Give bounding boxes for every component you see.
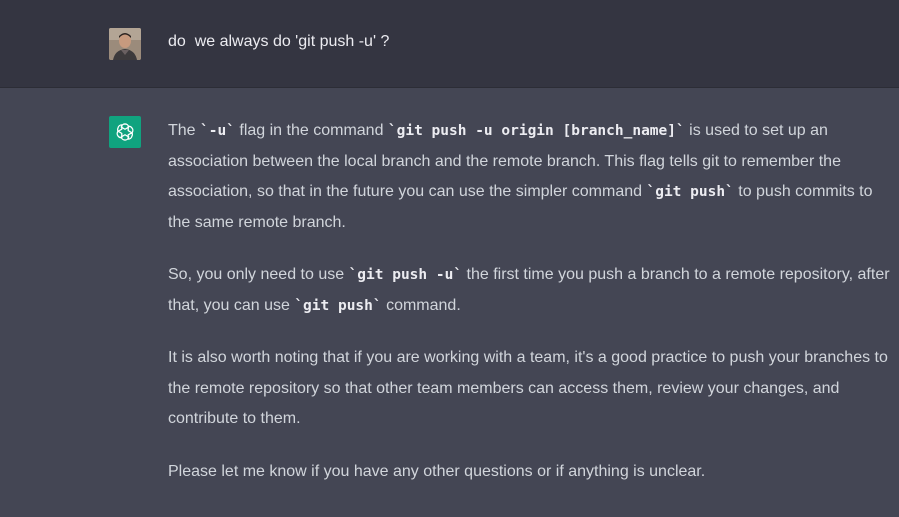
user-message-text: do we always do 'git push -u' ? [168,33,390,50]
reply-paragraph-2: So, you only need to use `git push -u` t… [168,260,893,321]
reply-paragraph-1: The `-u` flag in the command `git push -… [168,116,893,238]
reply-text: So, you only need to use [168,266,349,283]
inline-code: `git push` [646,184,734,200]
inline-code: `git push -u` [348,267,463,283]
reply-text: The [168,122,201,139]
assistant-message-text: The `-u` flag in the command `git push -… [168,116,893,509]
inline-code: `-u` [200,123,235,139]
inline-code: `git push -u origin [branch_name]` [387,123,685,139]
reply-text: command. [381,296,461,314]
user-avatar [109,28,141,60]
assistant-avatar [109,116,141,148]
reply-text: flag in the command [234,122,388,139]
reply-paragraph-4: Please let me know if you have any other… [168,462,706,480]
user-message-row: do we always do 'git push -u' ? [0,0,899,88]
inline-code: `git push` [294,297,382,314]
user-avatar-photo-icon [109,28,141,60]
assistant-message-row: The `-u` flag in the command `git push -… [0,88,899,517]
reply-paragraph-3: It is also worth noting that if you are … [168,349,888,427]
openai-logo-icon [116,123,134,141]
